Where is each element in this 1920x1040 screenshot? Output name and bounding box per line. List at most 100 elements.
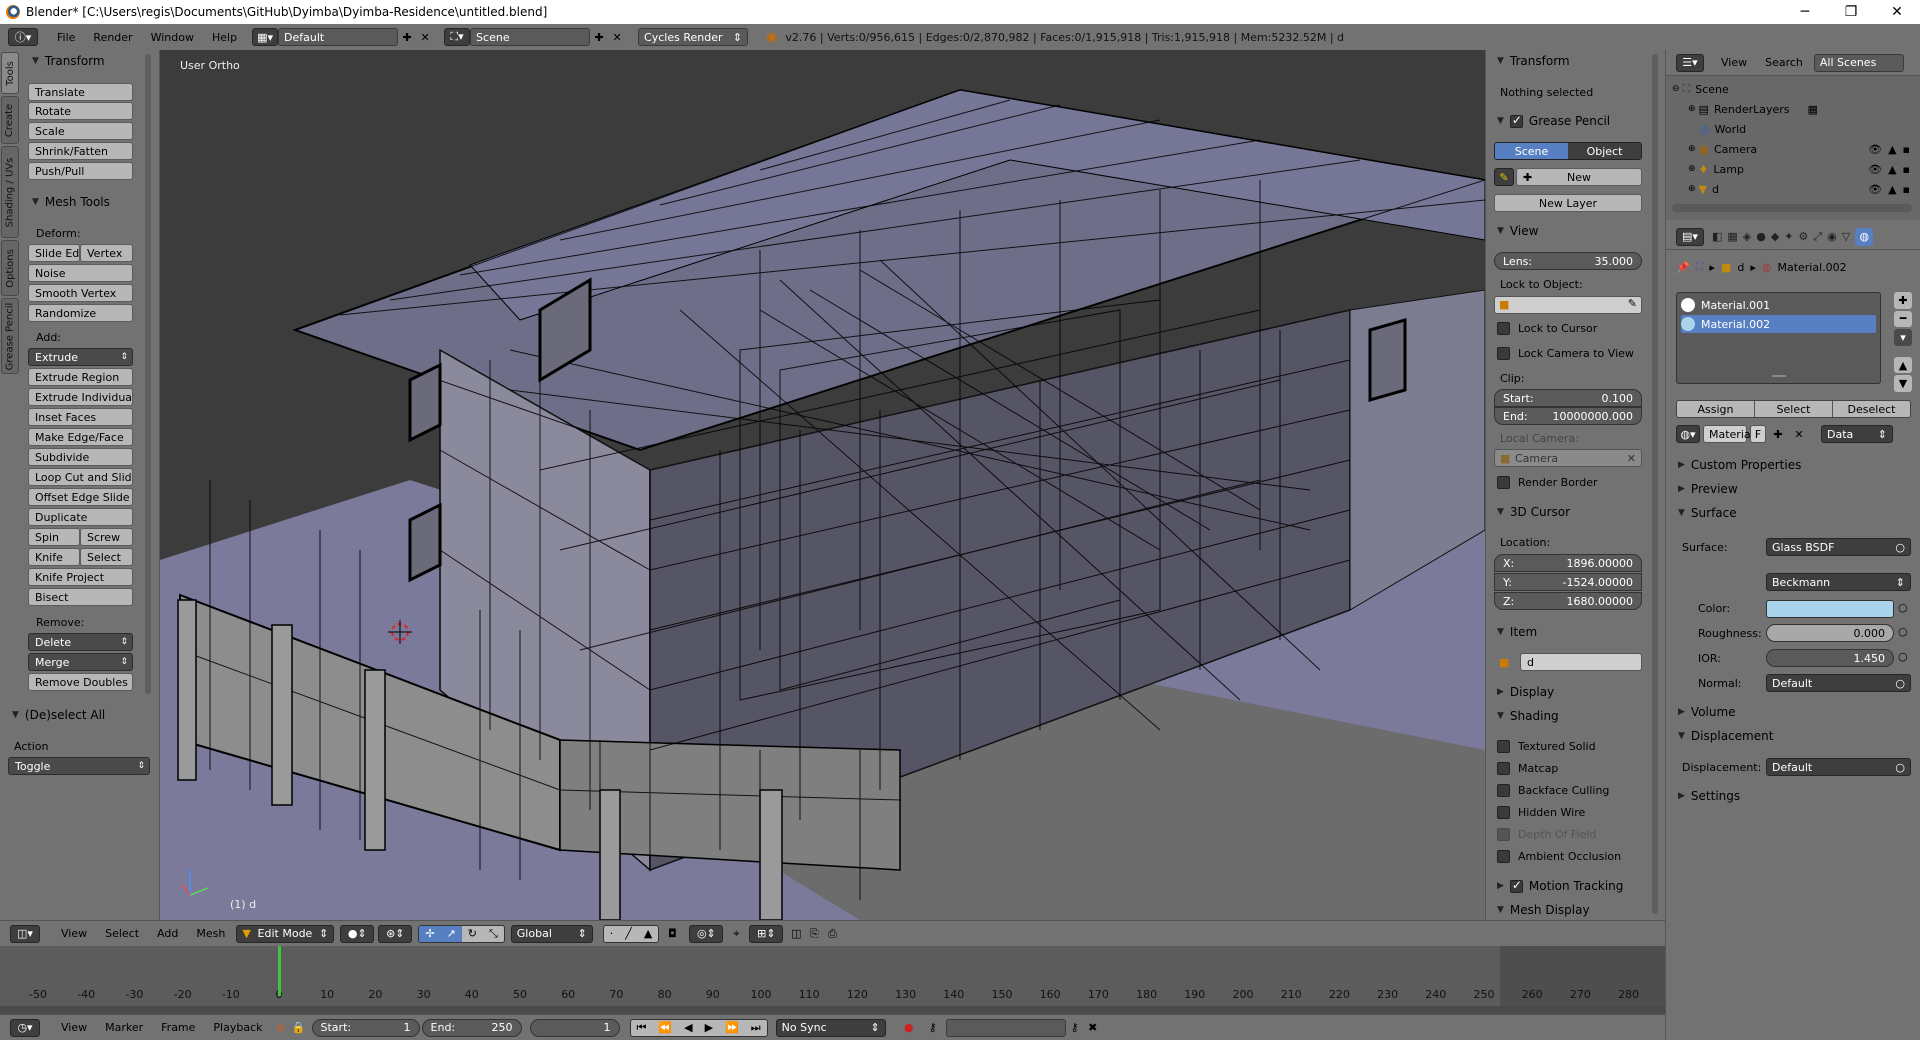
npanel-transform-header[interactable]: ▼ Transform	[1497, 52, 1570, 70]
outliner-row-world[interactable]: ◍ World	[1700, 120, 1746, 138]
display-panel-header[interactable]: ▶ Display	[1497, 683, 1554, 701]
smooth-vertex-button[interactable]: Smooth Vertex	[28, 284, 133, 302]
sync-mode-select[interactable]: No Sync ⇕	[775, 1018, 886, 1037]
surface-panel-header[interactable]: ▼ Surface	[1678, 504, 1737, 522]
move-down-icon[interactable]: ▼	[1894, 375, 1912, 392]
vertex-slide-button[interactable]: Vertex	[80, 244, 133, 262]
face-select-icon[interactable]: ▲	[638, 926, 658, 942]
knife-select-button[interactable]: Select	[80, 548, 133, 566]
menu-help[interactable]: Help	[203, 31, 246, 44]
preview-header[interactable]: ▶ Preview	[1678, 480, 1738, 498]
displacement-panel-header[interactable]: ▼ Displacement	[1678, 727, 1773, 745]
camera-render-icon[interactable]: ⎘	[805, 925, 823, 943]
limit-to-visible-icon[interactable]: ◘	[663, 925, 681, 943]
outliner-filter-select[interactable]: All Scenes	[1813, 53, 1904, 72]
grease-pencil-header[interactable]: ▼ Grease Pencil	[1497, 112, 1610, 130]
editor-type-info-icon[interactable]: ⓘ▾	[8, 28, 38, 46]
make-edge-face-button[interactable]: Make Edge/Face	[28, 428, 133, 446]
render-engine-select[interactable]: Cycles Render ⇕	[638, 28, 749, 46]
extrude-individual-button[interactable]: Extrude Individual	[28, 388, 133, 406]
slide-edge-button[interactable]: Slide Ed	[28, 244, 80, 262]
fake-user-button[interactable]: F	[1750, 425, 1766, 443]
outliner-row-d[interactable]: ⊕ ▼ d 👁▲▪	[1688, 180, 1918, 198]
color-swatch[interactable]	[1766, 600, 1894, 618]
render-preview-icon[interactable]: ◫	[787, 925, 805, 943]
lock-camera-checkbox[interactable]	[1497, 347, 1510, 360]
jump-keyframe-forward-icon[interactable]: ⏩	[719, 1020, 745, 1036]
tab-shading-uvs[interactable]: Shading / UVs	[1, 146, 19, 238]
deselect-button[interactable]: Deselect	[1833, 401, 1910, 417]
lock-frame-icon[interactable]: 🔒	[290, 1019, 308, 1037]
material-slot-1[interactable]: Material.001	[1681, 296, 1876, 314]
clip-start-field[interactable]: Start: 0.100	[1494, 389, 1642, 407]
grease-pencil-toggle[interactable]	[1509, 113, 1523, 128]
new-material-icon[interactable]: ✚	[1769, 425, 1787, 443]
timeline-menu-frame[interactable]: Frame	[152, 1021, 204, 1034]
ior-field[interactable]: 1.450	[1766, 649, 1894, 667]
material-name-field[interactable]: Material.	[1703, 425, 1757, 443]
material-slot-2[interactable]: Material.002	[1681, 315, 1876, 333]
node-link-icon[interactable]: ○	[1898, 601, 1908, 614]
visibility-icons[interactable]: 👁▲▪	[1868, 163, 1916, 176]
item-panel-header[interactable]: ▼ Item	[1497, 623, 1537, 641]
move-up-icon[interactable]: ▲	[1894, 356, 1912, 374]
viewport-menu-view[interactable]: View	[52, 927, 96, 940]
cursor-z-field[interactable]: Z: 1680.00000	[1494, 592, 1642, 610]
shading-panel-header[interactable]: ▼ Shading	[1497, 707, 1559, 725]
bisect-button[interactable]: Bisect	[28, 588, 133, 606]
lock-object-field[interactable]: ■ ✎	[1494, 296, 1642, 314]
tab-gp-scene[interactable]: Scene	[1495, 143, 1568, 159]
action-select[interactable]: Toggle ⇕	[8, 757, 150, 775]
insert-keyframe-icon[interactable]: ⚷	[1066, 1019, 1084, 1037]
add-slot-icon[interactable]: ✚	[1894, 292, 1912, 309]
tab-gp-object[interactable]: Object	[1568, 143, 1641, 159]
outliner-row-lamp[interactable]: ⊕ ♦ Lamp 👁▲▪	[1688, 160, 1918, 178]
tab-tools[interactable]: Tools	[1, 52, 19, 94]
material-browse-icon[interactable]: ◍▾	[1676, 425, 1700, 443]
lock-to-cursor-checkbox[interactable]	[1497, 322, 1510, 335]
visibility-icons[interactable]: 👁▲▪	[1868, 143, 1916, 156]
motion-tracking-toggle[interactable]	[1509, 878, 1523, 893]
menu-window[interactable]: Window	[142, 31, 203, 44]
screw-button[interactable]: Screw	[80, 528, 133, 546]
roughness-field[interactable]: 0.000	[1766, 624, 1894, 642]
timeline-scrollbar[interactable]	[0, 1006, 1665, 1014]
timeline-menu-marker[interactable]: Marker	[96, 1021, 152, 1034]
menu-render[interactable]: Render	[84, 31, 141, 44]
cursor-x-field[interactable]: X: 1896.00000	[1494, 554, 1642, 572]
editor-type-3d-view-icon[interactable]: ◫▾	[10, 924, 40, 943]
unlink-material-icon[interactable]: ✕	[1790, 425, 1808, 443]
node-link-icon[interactable]: ○	[1898, 625, 1908, 638]
outliner-hscrollbar[interactable]	[1672, 204, 1912, 212]
scene-field[interactable]: Scene	[470, 28, 591, 46]
offset-edge-slide-button[interactable]: Offset Edge Slide	[28, 488, 133, 506]
remove-slot-icon[interactable]: ━	[1894, 310, 1912, 328]
motion-tracking-header[interactable]: ▶ Motion Tracking	[1497, 877, 1623, 895]
viewport-menu-select[interactable]: Select	[96, 927, 148, 940]
screen-layout-field[interactable]: Default	[278, 28, 399, 46]
clip-end-field[interactable]: End: 10000000.000	[1494, 407, 1642, 425]
play-icon[interactable]: ▶	[699, 1020, 719, 1036]
timeline-playhead[interactable]	[278, 946, 281, 996]
surface-shader-select[interactable]: Glass BSDF ○	[1766, 538, 1911, 556]
inset-faces-button[interactable]: Inset Faces	[28, 408, 133, 426]
proportional-edit-select[interactable]: ◎⇕	[689, 924, 724, 943]
select-button[interactable]: Select	[1755, 401, 1833, 417]
jump-start-icon[interactable]: ⏮	[631, 1020, 653, 1036]
tab-grease-pencil[interactable]: Grease Pencil	[1, 298, 19, 374]
matcap-checkbox[interactable]	[1497, 762, 1510, 775]
timeline-menu-view[interactable]: View	[52, 1021, 96, 1034]
subdivide-button[interactable]: Subdivide	[28, 448, 133, 466]
3d-viewport[interactable]	[160, 50, 1485, 920]
displacement-select[interactable]: Default ○	[1766, 758, 1911, 776]
merge-menu-button[interactable]: Merge ⇕	[28, 653, 133, 671]
add-screen-icon[interactable]: ✚	[398, 28, 416, 46]
mesh-display-header[interactable]: ▼ Mesh Display	[1497, 901, 1590, 919]
tab-create[interactable]: Create	[1, 96, 19, 144]
properties-editor-icon[interactable]: ▤▾	[1676, 227, 1704, 246]
play-reverse-icon[interactable]: ◀	[678, 1020, 698, 1036]
outliner-menu-view[interactable]: View	[1712, 56, 1756, 69]
backface-culling-checkbox[interactable]	[1497, 784, 1510, 797]
editor-type-timeline-icon[interactable]: ◷▾	[10, 1018, 40, 1037]
pencil-icon[interactable]: ✎	[1494, 168, 1514, 186]
